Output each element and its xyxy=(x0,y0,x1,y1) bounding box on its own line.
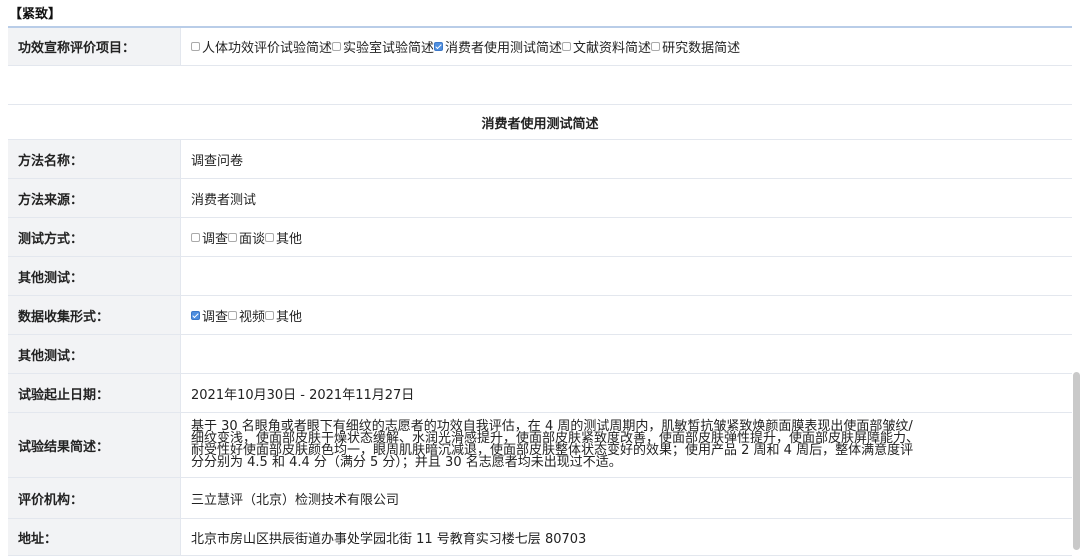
result-label: 试验结果简述： xyxy=(8,412,181,478)
test-mode-options: 调查 面谈 其他 xyxy=(180,217,1072,257)
claim-options: 人体功效评价试验简述 实验室试验简述 消费者使用测试简述 文献资料简述 研究数据简述 xyxy=(180,27,1072,66)
claim-option-human[interactable]: 人体功效评价试验简述 xyxy=(191,37,332,56)
result-value: 基于 30 名眼角或者眼下有细纹的志愿者的功效自我评估，在 4 周的测试周期内，… xyxy=(191,419,920,470)
claim-option-lab[interactable]: 实验室试验简述 xyxy=(332,37,434,56)
institution-value: 三立慧评（北京）检测技术有限公司 xyxy=(180,477,1072,519)
checkbox-icon[interactable] xyxy=(651,42,661,51)
test-mode-interview[interactable]: 面谈 xyxy=(228,228,265,247)
scrollbar[interactable] xyxy=(1073,372,1080,550)
data-collection-survey[interactable]: 调查 xyxy=(191,306,228,325)
institution-label: 评价机构： xyxy=(8,477,181,519)
data-collection-label: 数据收集形式： xyxy=(8,295,181,335)
checkbox-icon[interactable] xyxy=(228,310,238,320)
blank-row xyxy=(8,65,1072,105)
checkbox-checked-icon[interactable] xyxy=(434,42,444,51)
claim-label: 功效宣称评价项目： xyxy=(8,27,181,66)
data-collection-options: 调查 视频 其他 xyxy=(180,295,1072,335)
other-test-row-2: 其他测试： xyxy=(8,334,1072,374)
test-mode-label: 测试方式： xyxy=(8,217,181,257)
result-row: 试验结果简述： 基于 30 名眼角或者眼下有细纹的志愿者的功效自我评估，在 4 … xyxy=(8,412,1072,478)
data-collection-other[interactable]: 其他 xyxy=(265,306,302,325)
claim-option-literature[interactable]: 文献资料简述 xyxy=(562,37,651,56)
claim-row: 功效宣称评价项目： 人体功效评价试验简述 实验室试验简述 消费者使用测试简述 文献资料… xyxy=(8,27,1072,66)
checkbox-icon[interactable] xyxy=(191,42,200,51)
checkbox-checked-icon[interactable] xyxy=(191,310,200,320)
evaluation-form-table: 功效宣称评价项目： 人体功效评价试验简述 实验室试验简述 消费者使用测试简述 文献资料… xyxy=(8,26,1072,556)
checkbox-icon[interactable] xyxy=(562,42,572,51)
data-collection-video[interactable]: 视频 xyxy=(228,306,265,325)
other-test-value-1 xyxy=(180,256,1072,296)
other-test-row-1: 其他测试： xyxy=(8,256,1072,296)
date-range-value: 2021年10月30日 - 2021年11月27日 xyxy=(180,373,1072,413)
address-row: 地址： 北京市房山区拱辰街道办事处学园北街 11 号教育实习楼七层 80703 xyxy=(8,518,1072,556)
method-name-value: 调查问卷 xyxy=(180,139,1072,179)
checkbox-icon[interactable] xyxy=(265,232,275,242)
date-range-row: 试验起止日期： 2021年10月30日 - 2021年11月27日 xyxy=(8,373,1072,413)
checkbox-icon[interactable] xyxy=(191,232,200,242)
address-value: 北京市房山区拱辰街道办事处学园北街 11 号教育实习楼七层 80703 xyxy=(180,518,1072,556)
method-source-label: 方法来源： xyxy=(8,178,181,218)
method-source-value: 消费者测试 xyxy=(180,178,1072,218)
claim-option-research[interactable]: 研究数据简述 xyxy=(651,37,740,56)
test-mode-row: 测试方式： 调查 面谈 其他 xyxy=(8,217,1072,257)
date-range-label: 试验起止日期： xyxy=(8,373,181,413)
other-test-value-2 xyxy=(180,334,1072,374)
subheading-row: 消费者使用测试简述 xyxy=(8,104,1072,140)
address-label: 地址： xyxy=(8,518,181,556)
test-mode-survey[interactable]: 调查 xyxy=(191,228,228,247)
method-name-row: 方法名称： 调查问卷 xyxy=(8,139,1072,179)
method-name-label: 方法名称： xyxy=(8,139,181,179)
method-source-row: 方法来源： 消费者测试 xyxy=(8,178,1072,218)
data-collection-row: 数据收集形式： 调查 视频 其他 xyxy=(8,295,1072,335)
checkbox-icon[interactable] xyxy=(332,42,342,51)
checkbox-icon[interactable] xyxy=(265,310,275,320)
claim-option-consumer[interactable]: 消费者使用测试简述 xyxy=(434,37,562,56)
subheading: 消费者使用测试简述 xyxy=(8,104,1072,140)
institution-row: 评价机构： 三立慧评（北京）检测技术有限公司 xyxy=(8,477,1072,519)
checkbox-icon[interactable] xyxy=(228,232,238,242)
other-test-label-2: 其他测试： xyxy=(8,334,181,374)
test-mode-other[interactable]: 其他 xyxy=(265,228,302,247)
section-title: 【紧致】 xyxy=(9,7,62,22)
other-test-label-1: 其他测试： xyxy=(8,256,181,296)
